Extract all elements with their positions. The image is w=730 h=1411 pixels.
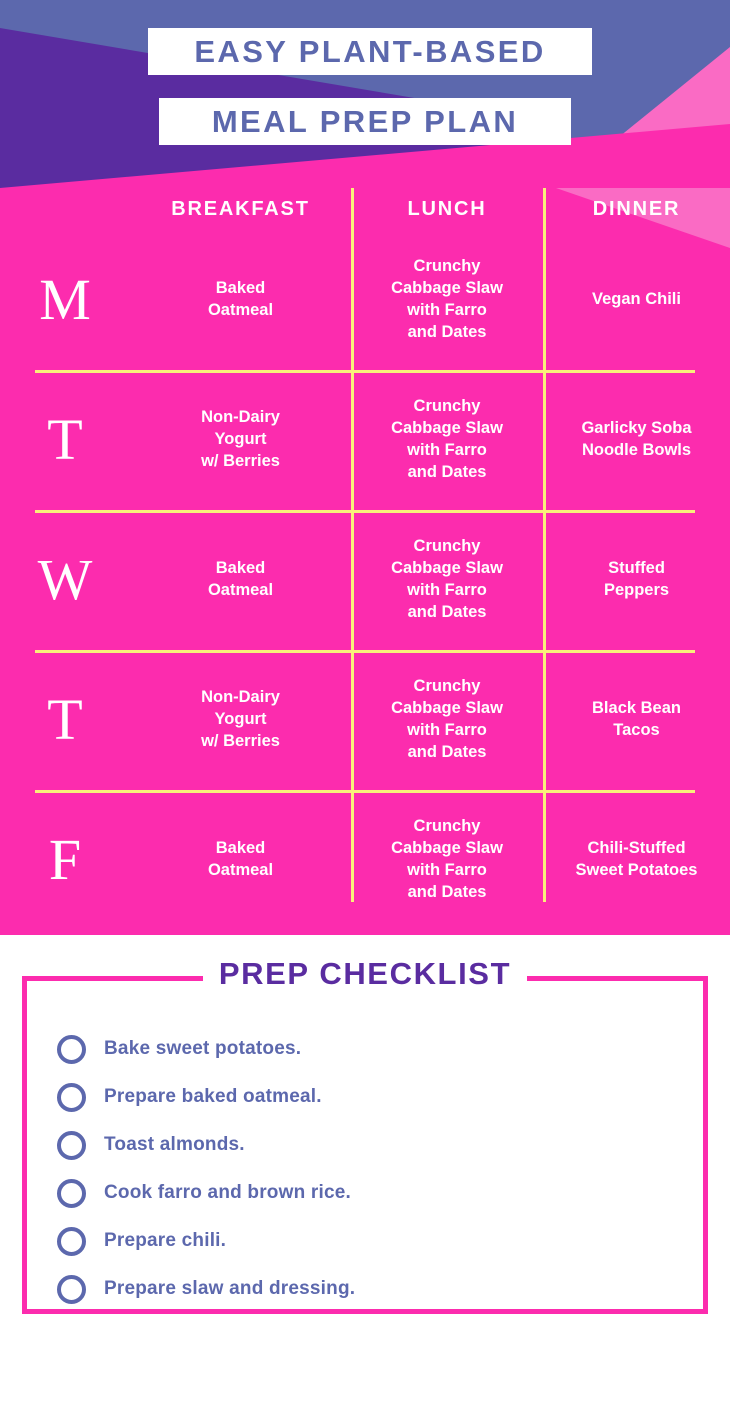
title-line-2-box: MEAL PREP PLAN: [159, 98, 571, 145]
cell-dinner: Chili-Stuffed Sweet Potatoes: [575, 839, 698, 879]
cell-lunch: Crunchy Cabbage Slaw with Farro and Dates: [391, 677, 503, 761]
title-line-2-text: MEAL PREP PLAN: [211, 104, 519, 139]
cell-day-letter: M: [39, 267, 91, 332]
checklist-item-label: Prepare slaw and dressing.: [104, 1278, 356, 1299]
cell-day-letter: F: [48, 827, 82, 892]
cell-breakfast: Baked Oatmeal: [207, 559, 274, 599]
checklist-item[interactable]: Cook farro and brown rice.: [57, 1169, 683, 1217]
cell-breakfast: Baked Oatmeal: [207, 279, 274, 319]
cell-dinner: Garlicky Soba Noodle Bowls: [581, 419, 692, 459]
cell-breakfast: Non-Dairy Yogurt w/ Berries: [201, 688, 280, 750]
checkbox-circle-icon[interactable]: [57, 1082, 86, 1112]
prep-checklist-section: PREP CHECKLIST Bake sweet potatoes. Prepa…: [0, 935, 730, 1411]
prep-checklist-title-wrap: PREP CHECKLIST: [27, 956, 703, 992]
checkbox-circle-icon[interactable]: [57, 1226, 86, 1256]
table-row: M Baked Oatmeal Crunchy Cabbage Slaw with Far…: [0, 230, 730, 370]
checklist-item-label: Prepare chili.: [104, 1230, 227, 1251]
checklist-item[interactable]: Prepare chili.: [57, 1217, 683, 1265]
checklist-item-label: Cook farro and brown rice.: [104, 1182, 351, 1203]
checklist-item-label: Bake sweet potatoes.: [104, 1038, 302, 1059]
table-row: W Baked Oatmeal Crunchy Cabbage Slaw with Far…: [0, 510, 730, 650]
cell-lunch: Crunchy Cabbage Slaw with Farro and Dates: [391, 537, 503, 621]
table-body: M Baked Oatmeal Crunchy Cabbage Slaw with Far…: [0, 230, 730, 930]
checklist-item[interactable]: Bake sweet potatoes.: [57, 1025, 683, 1073]
cell-breakfast: Non-Dairy Yogurt w/ Berries: [201, 408, 280, 470]
cell-dinner: Vegan Chili: [592, 290, 681, 309]
cell-day-letter: T: [47, 687, 83, 752]
checkbox-circle-icon[interactable]: [57, 1130, 86, 1160]
table-row: T Non-Dairy Yogurt w/ Berries Crunchy Cabbage…: [0, 370, 730, 510]
table-row: F Baked Oatmeal Crunchy Cabbage Slaw with Far…: [0, 790, 730, 930]
prep-checklist-box: PREP CHECKLIST Bake sweet potatoes. Prepa…: [22, 956, 708, 1314]
cell-lunch: Crunchy Cabbage Slaw with Farro and Dates: [391, 817, 503, 901]
checklist-item[interactable]: Prepare baked oatmeal.: [57, 1073, 683, 1121]
checkbox-circle-icon[interactable]: [57, 1178, 86, 1208]
header-cell-lunch: LUNCH: [407, 197, 487, 220]
checklist-item-label: Prepare baked oatmeal.: [104, 1086, 322, 1107]
checkbox-circle-icon[interactable]: [57, 1274, 86, 1304]
checklist-item[interactable]: Prepare slaw and dressing.: [57, 1265, 683, 1313]
checkbox-circle-icon[interactable]: [57, 1034, 86, 1064]
cell-dinner: Black Bean Tacos: [592, 699, 681, 739]
header-cell-dinner: DINNER: [592, 197, 681, 220]
cell-breakfast: Baked Oatmeal: [207, 839, 274, 879]
title-line-1-box: EASY PLANT-BASED: [148, 28, 592, 75]
title-line-1-text: EASY PLANT-BASED: [194, 34, 546, 69]
prep-checklist-title: PREP CHECKLIST: [202, 956, 528, 992]
checklist-item[interactable]: Toast almonds.: [57, 1121, 683, 1169]
meal-plan-table: BREAKFAST LUNCH DINNER M Baked Oatmeal Crun…: [0, 188, 730, 935]
header-banner: EASY PLANT-BASED MEAL PREP PLAN: [0, 0, 730, 188]
cell-day-letter: W: [37, 547, 93, 612]
table-header-row: BREAKFAST LUNCH DINNER: [0, 188, 730, 230]
header-cell-breakfast: BREAKFAST: [171, 197, 310, 220]
cell-lunch: Crunchy Cabbage Slaw with Farro and Dates: [391, 397, 503, 481]
checklist-item-label: Toast almonds.: [104, 1134, 245, 1155]
cell-day-letter: T: [47, 407, 83, 472]
cell-lunch: Crunchy Cabbage Slaw with Farro and Dates: [391, 257, 503, 341]
prep-checklist-items: Bake sweet potatoes. Prepare baked oatmea…: [57, 1025, 683, 1313]
table-row: T Non-Dairy Yogurt w/ Berries Crunchy Cabbage…: [0, 650, 730, 790]
cell-dinner: Stuffed Peppers: [603, 559, 670, 599]
